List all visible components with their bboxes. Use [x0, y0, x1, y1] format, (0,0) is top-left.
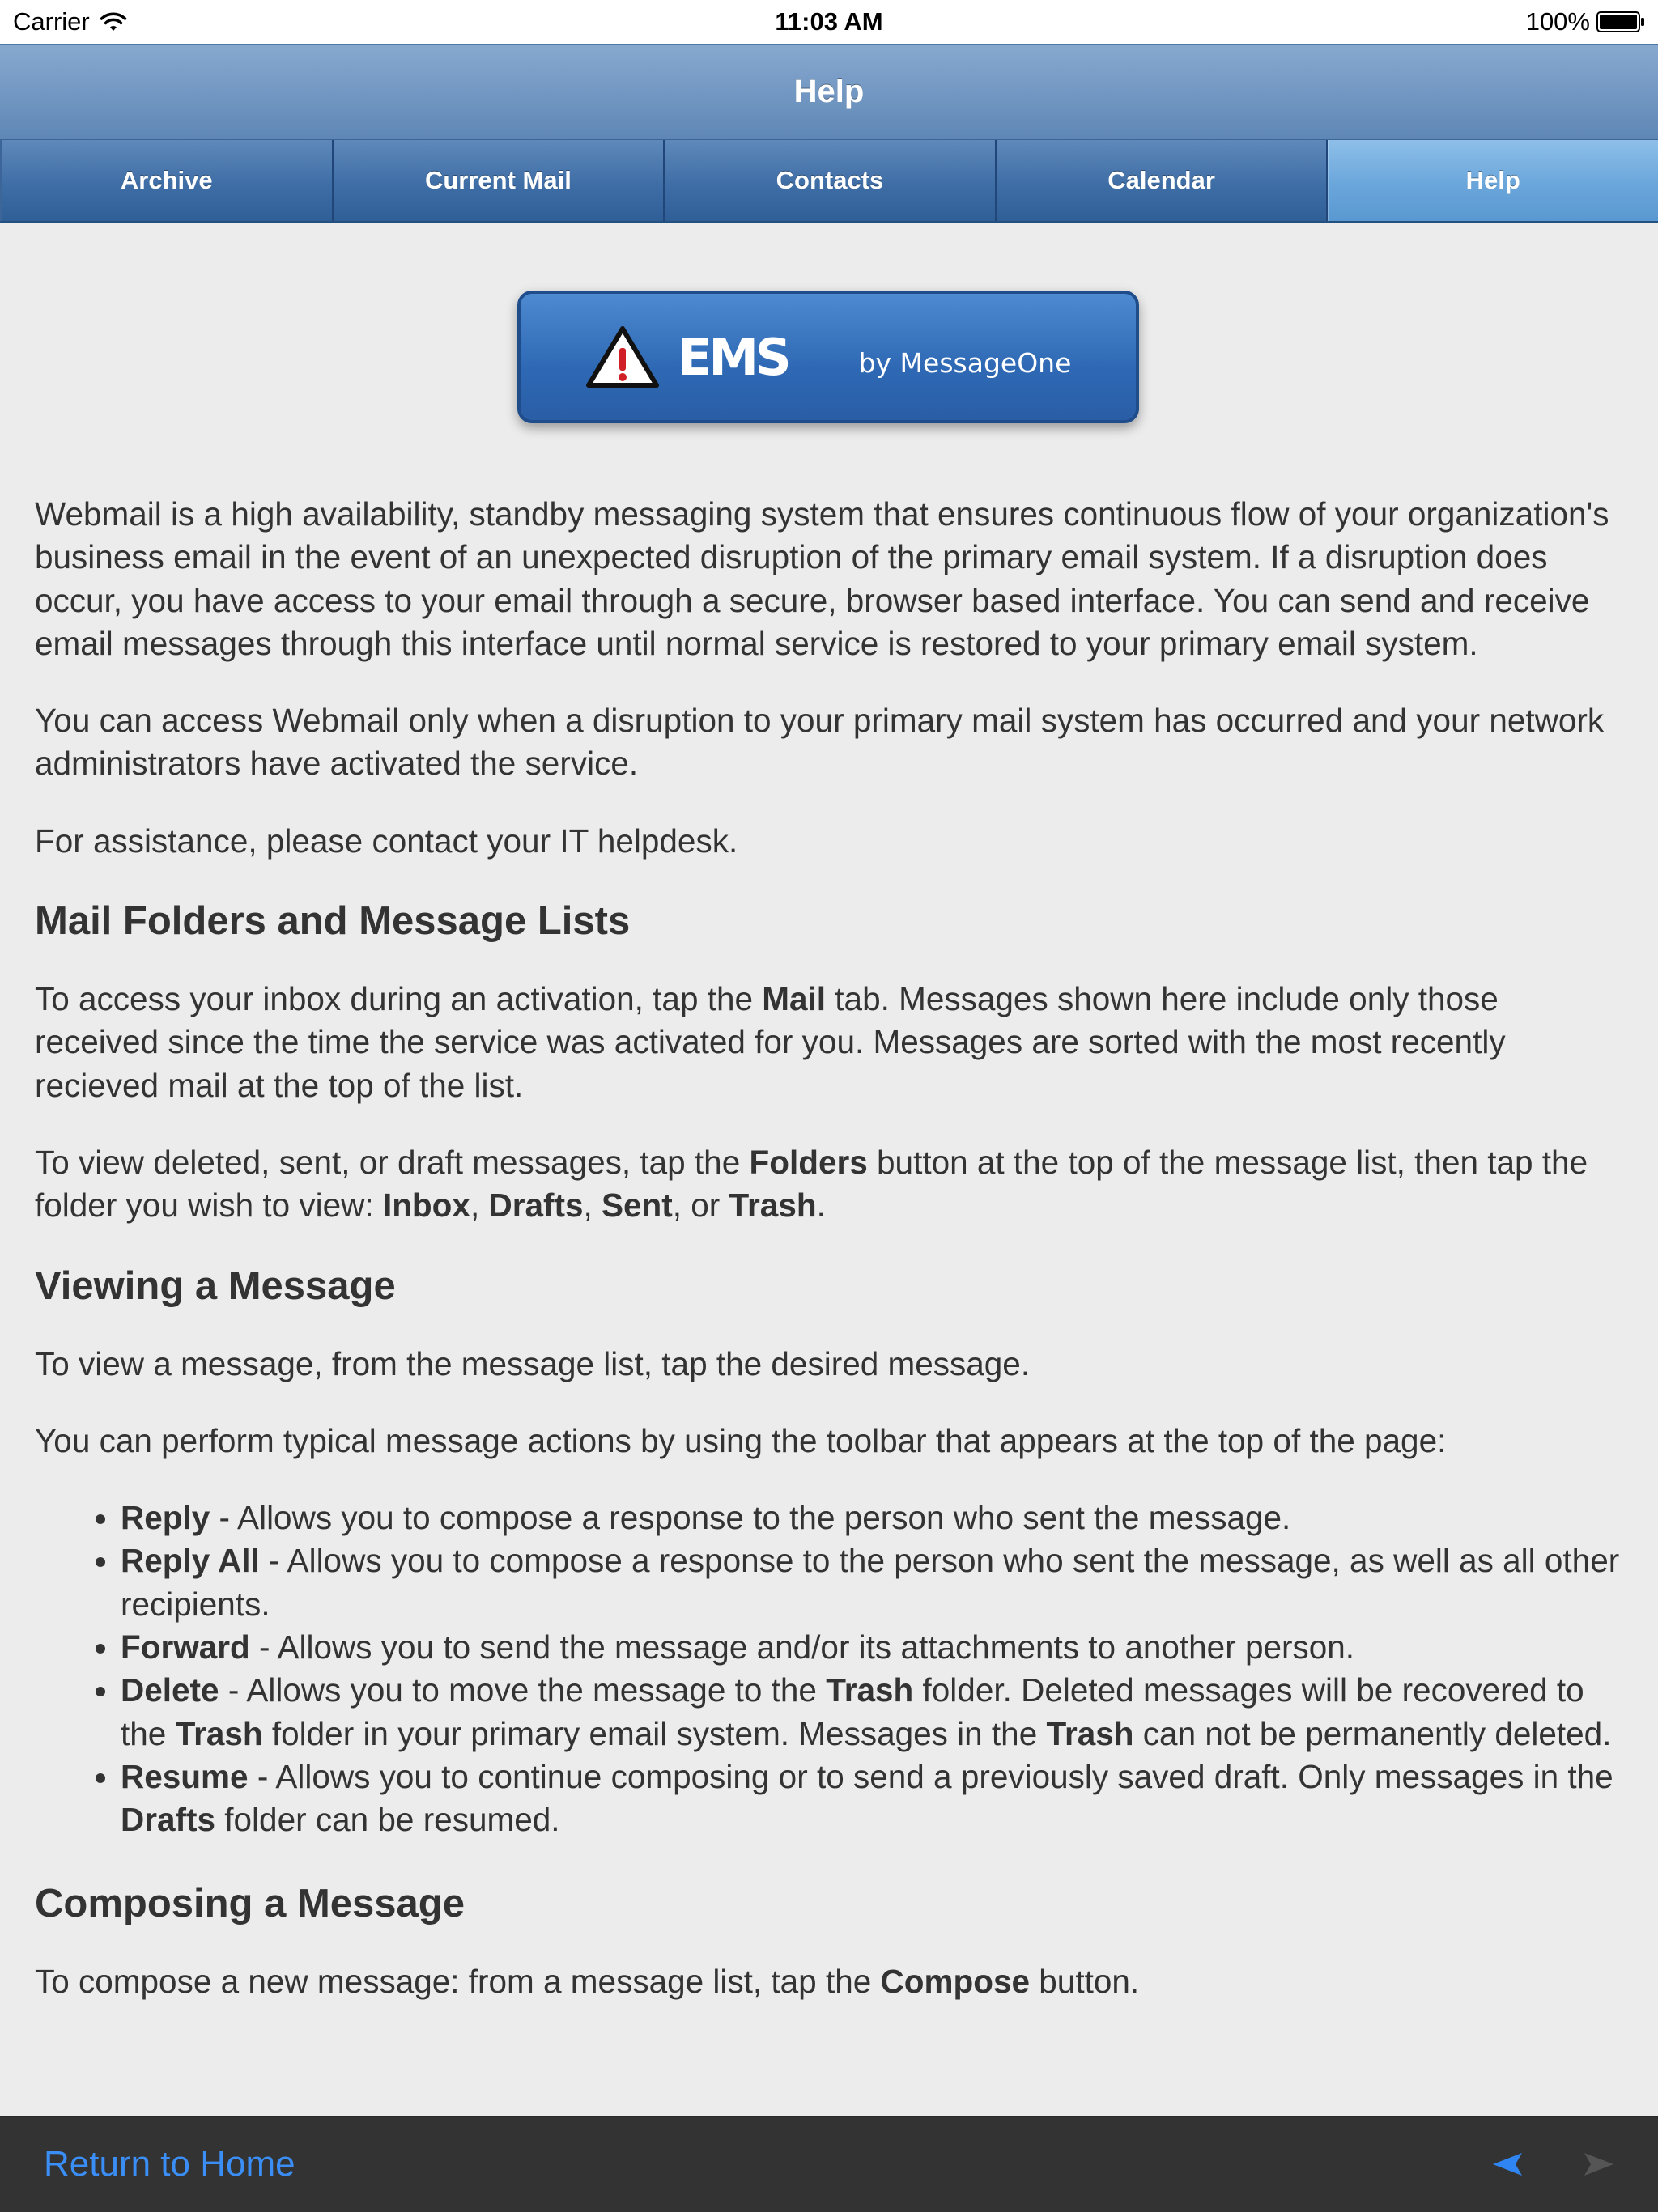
section-heading-viewing: Viewing a Message	[35, 1263, 396, 1308]
intro-paragraph: Webmail is a high availability, standby …	[35, 495, 1609, 662]
intro-paragraph: You can access Webmail only when a disru…	[35, 702, 1605, 783]
list-item: Resume - Allows you to continue composin…	[121, 1756, 1622, 1842]
intro-paragraph: For assistance, please contact your IT h…	[35, 822, 738, 860]
bottom-toolbar: Return to Home	[0, 2116, 1658, 2212]
viewing-paragraph-2: You can perform typical message actions …	[35, 1421, 1447, 1459]
logo-byline: by MessageOne	[858, 346, 1072, 379]
viewing-paragraph-1: To view a message, from the message list…	[35, 1344, 1031, 1382]
ems-logo: EMS by MessageOne	[517, 291, 1139, 423]
battery-indicator: 100%	[1526, 7, 1645, 36]
svg-text:EMS: EMS	[678, 333, 789, 381]
list-item: Reply All - Allows you to compose a resp…	[121, 1539, 1622, 1626]
list-item: Forward - Allows you to send the message…	[121, 1626, 1622, 1669]
page-title: Help	[793, 74, 865, 109]
forward-arrow-icon[interactable]	[1583, 2150, 1615, 2179]
clock: 11:03 AM	[775, 7, 883, 36]
battery-percent: 100%	[1525, 7, 1590, 36]
back-arrow-icon[interactable]	[1491, 2150, 1524, 2179]
return-home-link[interactable]: Return to Home	[44, 2144, 295, 2184]
list-item: Reply - Allows you to compose a response…	[121, 1497, 1622, 1539]
status-bar: Carrier 11:03 AM 100%	[0, 0, 1658, 44]
tab-bar: Archive Current Mail Contacts Calendar H…	[0, 140, 1658, 223]
ems-logo-mark: EMS	[678, 333, 792, 381]
help-content[interactable]: EMS by MessageOne Webmail is a high avai…	[0, 223, 1658, 2116]
tab-calendar[interactable]: Calendar	[994, 140, 1327, 221]
tab-archive[interactable]: Archive	[0, 140, 332, 221]
message-actions-list: Reply - Allows you to compose a response…	[35, 1497, 1622, 1841]
help-article: Webmail is a high availability, standby …	[35, 493, 1622, 2037]
tab-help[interactable]: Help	[1326, 140, 1658, 221]
battery-icon	[1596, 11, 1644, 32]
list-item: Delete - Allows you to move the message …	[121, 1669, 1622, 1756]
tab-current-mail[interactable]: Current Mail	[331, 140, 664, 221]
folders-paragraph-2: To view deleted, sent, or draft messages…	[35, 1143, 1588, 1225]
folders-paragraph-1: To access your inbox during an activatio…	[35, 980, 1506, 1104]
section-heading-composing: Composing a Message	[35, 1881, 465, 1925]
tab-contacts[interactable]: Contacts	[663, 140, 995, 221]
title-bar: Help	[0, 44, 1658, 140]
composing-paragraph-1: To compose a new message: from a message…	[35, 1962, 1140, 2000]
warning-icon	[585, 326, 659, 388]
section-heading-folders: Mail Folders and Message Lists	[35, 899, 631, 944]
